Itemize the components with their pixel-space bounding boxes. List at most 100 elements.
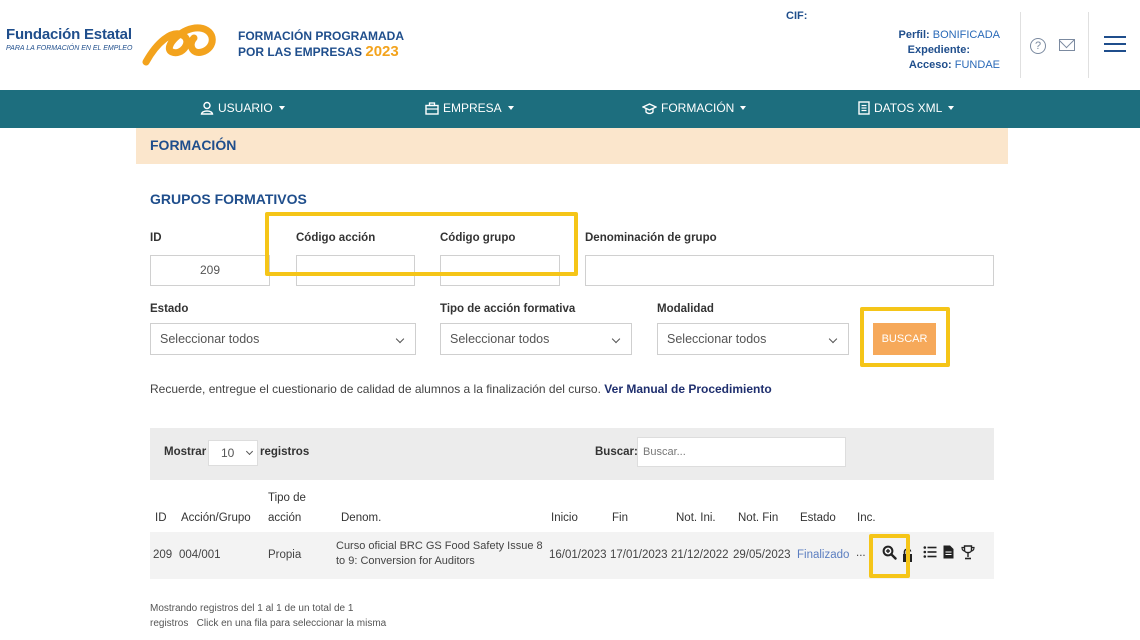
page-subtitle: GRUPOS FORMATIVOS bbox=[150, 191, 307, 207]
lock-icon[interactable] bbox=[902, 547, 913, 563]
chevron-down-icon bbox=[245, 447, 254, 456]
help-icon[interactable]: ? bbox=[1030, 38, 1046, 54]
col-header-tipo-line1: Tipo de bbox=[268, 492, 306, 504]
program-line-1: FORMACIÓN PROGRAMADA bbox=[238, 29, 404, 43]
nav-empresa-label: EMPRESA bbox=[443, 101, 502, 115]
mostrar-label: Mostrar bbox=[164, 446, 207, 458]
nav-empresa[interactable]: EMPRESA bbox=[425, 101, 514, 115]
denominacion-input[interactable] bbox=[585, 255, 994, 286]
infinity-logo-icon bbox=[142, 24, 216, 66]
table-search-input[interactable]: Buscar... bbox=[637, 437, 846, 467]
cell-estado: Finalizado bbox=[797, 549, 850, 561]
denominacion-label: Denominación de grupo bbox=[585, 232, 717, 244]
header-divider bbox=[1020, 12, 1021, 78]
cell-denom-line2: to 9: Conversion for Auditors bbox=[336, 555, 475, 567]
col-header-tipo-line2: acción bbox=[268, 512, 302, 524]
buscar-button[interactable]: BUSCAR bbox=[873, 323, 936, 355]
graduation-cap-icon bbox=[642, 102, 657, 114]
brand[interactable]: Fundación Estatal PARA LA FORMACIÓN EN E… bbox=[6, 26, 132, 52]
estado-label: Estado bbox=[150, 303, 189, 315]
header-divider bbox=[1088, 12, 1089, 78]
list-icon[interactable] bbox=[923, 545, 937, 559]
mail-icon[interactable] bbox=[1059, 39, 1075, 51]
caret-down-icon bbox=[740, 106, 747, 110]
table-info: Mostrando registros del 1 al 1 de un tot… bbox=[150, 601, 387, 631]
nav-formacion-label: FORMACIÓN bbox=[661, 101, 735, 115]
nav-usuario-label: USUARIO bbox=[218, 101, 273, 115]
chevron-down-icon bbox=[828, 334, 838, 344]
nav-formacion[interactable]: FORMACIÓN bbox=[642, 101, 747, 115]
id-input[interactable]: 209 bbox=[150, 255, 270, 286]
brand-title: Fundación Estatal bbox=[6, 26, 132, 43]
acceso-value: FUNDAE bbox=[954, 59, 1000, 71]
buscar-label: Buscar: bbox=[595, 446, 638, 458]
registros-label: registros bbox=[260, 446, 310, 458]
id-label: ID bbox=[150, 232, 162, 244]
caret-down-icon bbox=[948, 106, 955, 110]
briefcase-icon bbox=[425, 101, 439, 115]
profile-info: Perfil: BONIFICADA Expediente: Acceso: F… bbox=[899, 28, 1000, 73]
header: Fundación Estatal PARA LA FORMACIÓN EN E… bbox=[0, 0, 1140, 86]
acceso-label: Acceso: bbox=[908, 59, 952, 71]
main-nav: USUARIO EMPRESA FORMACIÓN DATOS XML bbox=[0, 90, 1140, 128]
file-list-icon bbox=[858, 101, 870, 115]
document-icon[interactable] bbox=[943, 545, 954, 559]
cell-denom: Curso oficial BRC GS Food Safety Issue 8… bbox=[336, 539, 543, 569]
caret-down-icon bbox=[278, 106, 285, 110]
col-header-tipo[interactable]: Tipo de acción bbox=[268, 491, 306, 525]
cif-label: CIF: bbox=[786, 10, 808, 22]
tipo-accion-select-value: Seleccionar todos bbox=[450, 332, 550, 346]
nav-usuario[interactable]: USUARIO bbox=[200, 101, 285, 115]
col-header-not-ini[interactable]: Not. Ini. bbox=[676, 511, 716, 525]
codigo-accion-input[interactable] bbox=[296, 255, 415, 286]
estado-select[interactable]: Seleccionar todos bbox=[150, 323, 416, 355]
cell-id: 209 bbox=[153, 549, 173, 561]
col-header-accion-grupo[interactable]: Acción/Grupo bbox=[181, 511, 251, 525]
notice-text: Recuerde, entregue el cuestionario de ca… bbox=[150, 382, 772, 396]
table-info-line2: registros Click en una fila para selecci… bbox=[150, 618, 387, 629]
modalidad-label: Modalidad bbox=[657, 303, 714, 315]
table-info-line1: Mostrando registros del 1 al 1 de un tot… bbox=[150, 603, 354, 614]
perfil-label: Perfil: bbox=[898, 29, 930, 41]
col-header-not-fin[interactable]: Not. Fin bbox=[738, 511, 778, 525]
brand-subtitle: PARA LA FORMACIÓN EN EL EMPLEO bbox=[6, 45, 133, 52]
cell-not-fin: 29/05/2023 bbox=[733, 549, 791, 561]
cell-accion-grupo: 004/001 bbox=[179, 549, 221, 561]
col-header-id[interactable]: ID bbox=[155, 511, 167, 525]
section-title: FORMACIÓN bbox=[150, 137, 237, 153]
modalidad-select-value: Seleccionar todos bbox=[667, 332, 767, 346]
table-controls: Mostrar 10 registros Buscar: Buscar... bbox=[150, 428, 994, 480]
expediente-label: Expediente: bbox=[907, 44, 970, 56]
trophy-icon[interactable] bbox=[961, 545, 975, 560]
perfil-value: BONIFICADA bbox=[932, 29, 1000, 41]
tipo-accion-select[interactable]: Seleccionar todos bbox=[440, 323, 632, 355]
user-icon bbox=[200, 101, 214, 115]
codigo-grupo-input[interactable] bbox=[440, 255, 560, 286]
col-header-fin[interactable]: Fin bbox=[612, 511, 628, 525]
col-header-estado[interactable]: Estado bbox=[800, 511, 836, 525]
col-header-inicio[interactable]: Inicio bbox=[551, 511, 578, 525]
estado-select-value: Seleccionar todos bbox=[160, 332, 260, 346]
chevron-down-icon bbox=[611, 334, 621, 344]
program-title: FORMACIÓN PROGRAMADA POR LAS EMPRESAS 20… bbox=[238, 29, 404, 60]
cell-inc: ... bbox=[856, 547, 866, 559]
tipo-accion-label: Tipo de acción formativa bbox=[440, 303, 576, 315]
notice-message: Recuerde, entregue el cuestionario de ca… bbox=[150, 382, 601, 396]
magnify-plus-icon[interactable] bbox=[882, 545, 897, 560]
nav-datos-xml-label: DATOS XML bbox=[874, 101, 943, 115]
col-header-inc[interactable]: Inc. bbox=[857, 511, 876, 525]
chevron-down-icon bbox=[395, 334, 405, 344]
cell-tipo: Propia bbox=[268, 549, 302, 561]
cell-fin: 17/01/2023 bbox=[610, 549, 668, 561]
nav-datos-xml[interactable]: DATOS XML bbox=[858, 101, 955, 115]
section-bar: FORMACIÓN bbox=[136, 128, 1008, 164]
page-size-select[interactable]: 10 bbox=[208, 440, 258, 466]
codigo-grupo-label: Código grupo bbox=[440, 232, 516, 244]
modalidad-select[interactable]: Seleccionar todos bbox=[657, 323, 849, 355]
cell-inicio: 16/01/2023 bbox=[549, 549, 607, 561]
manual-link[interactable]: Ver Manual de Procedimiento bbox=[604, 382, 771, 396]
cell-not-ini: 21/12/2022 bbox=[671, 549, 729, 561]
codigo-accion-label: Código acción bbox=[296, 232, 376, 244]
hamburger-menu-icon[interactable] bbox=[1104, 36, 1126, 52]
col-header-denom[interactable]: Denom. bbox=[341, 511, 381, 525]
